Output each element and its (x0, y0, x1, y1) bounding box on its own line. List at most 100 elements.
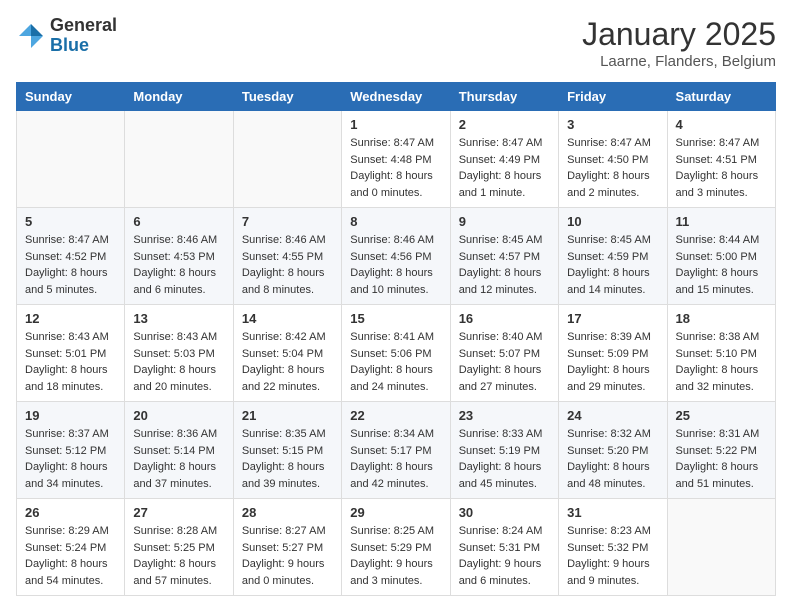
day-number: 10 (567, 214, 658, 229)
day-number: 5 (25, 214, 116, 229)
day-number: 2 (459, 117, 550, 132)
day-info: Sunrise: 8:42 AM Sunset: 5:04 PM Dayligh… (242, 329, 333, 395)
day-info: Sunrise: 8:31 AM Sunset: 5:22 PM Dayligh… (676, 426, 767, 492)
day-info: Sunrise: 8:45 AM Sunset: 4:59 PM Dayligh… (567, 232, 658, 298)
day-info: Sunrise: 8:43 AM Sunset: 5:03 PM Dayligh… (133, 329, 224, 395)
day-info: Sunrise: 8:47 AM Sunset: 4:48 PM Dayligh… (350, 135, 441, 201)
day-number: 7 (242, 214, 333, 229)
day-info: Sunrise: 8:23 AM Sunset: 5:32 PM Dayligh… (567, 523, 658, 589)
day-info: Sunrise: 8:47 AM Sunset: 4:51 PM Dayligh… (676, 135, 767, 201)
calendar-cell: 15Sunrise: 8:41 AM Sunset: 5:06 PM Dayli… (342, 305, 450, 402)
day-info: Sunrise: 8:32 AM Sunset: 5:20 PM Dayligh… (567, 426, 658, 492)
day-number: 22 (350, 408, 441, 423)
calendar-cell: 9Sunrise: 8:45 AM Sunset: 4:57 PM Daylig… (450, 208, 558, 305)
calendar-cell: 8Sunrise: 8:46 AM Sunset: 4:56 PM Daylig… (342, 208, 450, 305)
calendar-cell (667, 499, 775, 596)
day-number: 6 (133, 214, 224, 229)
day-number: 25 (676, 408, 767, 423)
calendar-cell: 23Sunrise: 8:33 AM Sunset: 5:19 PM Dayli… (450, 402, 558, 499)
calendar-cell: 12 Sunrise: 8:43 AM Sunset: 5:01 PM Dayli… (17, 305, 125, 402)
day-number: 29 (350, 505, 441, 520)
day-info: Sunrise: 8:40 AM Sunset: 5:07 PM Dayligh… (459, 329, 550, 395)
calendar-cell: 31 Sunrise: 8:23 AM Sunset: 5:32 PM Dayli… (559, 499, 667, 596)
calendar-cell: 16 Sunrise: 8:40 AM Sunset: 5:07 PM Dayli… (450, 305, 558, 402)
day-number: 26 (25, 505, 116, 520)
day-number: 16 (459, 311, 550, 326)
calendar-cell: 27 Sunrise: 8:28 AM Sunset: 5:25 PM Dayli… (125, 499, 233, 596)
calendar-cell: 2 Sunrise: 8:47 AM Sunset: 4:49 PM Daylig… (450, 111, 558, 208)
calendar-cell: 19 Sunrise: 8:37 AM Sunset: 5:12 PM Dayli… (17, 402, 125, 499)
day-number: 24 (567, 408, 658, 423)
day-number: 14 (242, 311, 333, 326)
calendar-cell: 21Sunrise: 8:35 AM Sunset: 5:15 PM Dayli… (233, 402, 341, 499)
day-number: 20 (133, 408, 224, 423)
calendar-cell: 14 Sunrise: 8:42 AM Sunset: 5:04 PM Dayli… (233, 305, 341, 402)
calendar-cell: 29 Sunrise: 8:25 AM Sunset: 5:29 PM Dayli… (342, 499, 450, 596)
weekday-header: Monday (125, 83, 233, 111)
calendar-cell: 28Sunrise: 8:27 AM Sunset: 5:27 PM Dayli… (233, 499, 341, 596)
calendar-cell: 22Sunrise: 8:34 AM Sunset: 5:17 PM Dayli… (342, 402, 450, 499)
day-info: Sunrise: 8:47 AM Sunset: 4:52 PM Dayligh… (25, 232, 116, 298)
calendar-cell: 5 Sunrise: 8:47 AM Sunset: 4:52 PM Daylig… (17, 208, 125, 305)
day-number: 11 (676, 214, 767, 229)
calendar-cell: 30Sunrise: 8:24 AM Sunset: 5:31 PM Dayli… (450, 499, 558, 596)
day-number: 23 (459, 408, 550, 423)
calendar-cell (125, 111, 233, 208)
title-block: January 2025 Laarne, Flanders, Belgium (582, 16, 776, 70)
weekday-header: Saturday (667, 83, 775, 111)
day-info: Sunrise: 8:46 AM Sunset: 4:53 PM Dayligh… (133, 232, 224, 298)
calendar-cell: 25 Sunrise: 8:31 AM Sunset: 5:22 PM Dayli… (667, 402, 775, 499)
day-info: Sunrise: 8:47 AM Sunset: 4:49 PM Dayligh… (459, 135, 550, 201)
day-info: Sunrise: 8:27 AM Sunset: 5:27 PM Dayligh… (242, 523, 333, 589)
day-number: 9 (459, 214, 550, 229)
calendar-cell: 26 Sunrise: 8:29 AM Sunset: 5:24 PM Dayli… (17, 499, 125, 596)
logo-icon (16, 21, 46, 51)
day-info: Sunrise: 8:38 AM Sunset: 5:10 PM Dayligh… (676, 329, 767, 395)
calendar-week-row: 1 Sunrise: 8:47 AM Sunset: 4:48 PM Daylig… (17, 111, 776, 208)
calendar-cell: 11 Sunrise: 8:44 AM Sunset: 5:00 PM Dayli… (667, 208, 775, 305)
calendar-cell: 13Sunrise: 8:43 AM Sunset: 5:03 PM Dayli… (125, 305, 233, 402)
day-number: 4 (676, 117, 767, 132)
calendar-week-row: 19 Sunrise: 8:37 AM Sunset: 5:12 PM Dayli… (17, 402, 776, 499)
day-info: Sunrise: 8:25 AM Sunset: 5:29 PM Dayligh… (350, 523, 441, 589)
day-info: Sunrise: 8:43 AM Sunset: 5:01 PM Dayligh… (25, 329, 116, 395)
month-title: January 2025 (582, 16, 776, 53)
day-info: Sunrise: 8:46 AM Sunset: 4:55 PM Dayligh… (242, 232, 333, 298)
day-info: Sunrise: 8:44 AM Sunset: 5:00 PM Dayligh… (676, 232, 767, 298)
day-info: Sunrise: 8:35 AM Sunset: 5:15 PM Dayligh… (242, 426, 333, 492)
weekday-header-row: SundayMondayTuesdayWednesdayThursdayFrid… (17, 83, 776, 111)
day-info: Sunrise: 8:36 AM Sunset: 5:14 PM Dayligh… (133, 426, 224, 492)
logo: General Blue (16, 16, 117, 56)
day-number: 8 (350, 214, 441, 229)
day-number: 31 (567, 505, 658, 520)
day-info: Sunrise: 8:28 AM Sunset: 5:25 PM Dayligh… (133, 523, 224, 589)
day-number: 27 (133, 505, 224, 520)
calendar-cell: 20 Sunrise: 8:36 AM Sunset: 5:14 PM Dayli… (125, 402, 233, 499)
day-number: 3 (567, 117, 658, 132)
weekday-header: Thursday (450, 83, 558, 111)
weekday-header: Wednesday (342, 83, 450, 111)
calendar-cell: 3 Sunrise: 8:47 AM Sunset: 4:50 PM Daylig… (559, 111, 667, 208)
day-number: 17 (567, 311, 658, 326)
calendar-cell: 1 Sunrise: 8:47 AM Sunset: 4:48 PM Daylig… (342, 111, 450, 208)
day-info: Sunrise: 8:29 AM Sunset: 5:24 PM Dayligh… (25, 523, 116, 589)
calendar-cell: 6 Sunrise: 8:46 AM Sunset: 4:53 PM Daylig… (125, 208, 233, 305)
calendar-cell: 18Sunrise: 8:38 AM Sunset: 5:10 PM Dayli… (667, 305, 775, 402)
page-header: General Blue January 2025 Laarne, Flande… (16, 16, 776, 70)
calendar-cell: 7 Sunrise: 8:46 AM Sunset: 4:55 PM Daylig… (233, 208, 341, 305)
calendar-week-row: 5 Sunrise: 8:47 AM Sunset: 4:52 PM Daylig… (17, 208, 776, 305)
day-number: 12 (25, 311, 116, 326)
day-number: 19 (25, 408, 116, 423)
calendar-cell: 4 Sunrise: 8:47 AM Sunset: 4:51 PM Daylig… (667, 111, 775, 208)
calendar-week-row: 12 Sunrise: 8:43 AM Sunset: 5:01 PM Dayli… (17, 305, 776, 402)
day-info: Sunrise: 8:37 AM Sunset: 5:12 PM Dayligh… (25, 426, 116, 492)
calendar-cell: 10 Sunrise: 8:45 AM Sunset: 4:59 PM Dayli… (559, 208, 667, 305)
day-number: 15 (350, 311, 441, 326)
calendar-cell (17, 111, 125, 208)
weekday-header: Friday (559, 83, 667, 111)
day-number: 1 (350, 117, 441, 132)
weekday-header: Tuesday (233, 83, 341, 111)
weekday-header: Sunday (17, 83, 125, 111)
day-info: Sunrise: 8:47 AM Sunset: 4:50 PM Dayligh… (567, 135, 658, 201)
calendar-cell: 24 Sunrise: 8:32 AM Sunset: 5:20 PM Dayli… (559, 402, 667, 499)
